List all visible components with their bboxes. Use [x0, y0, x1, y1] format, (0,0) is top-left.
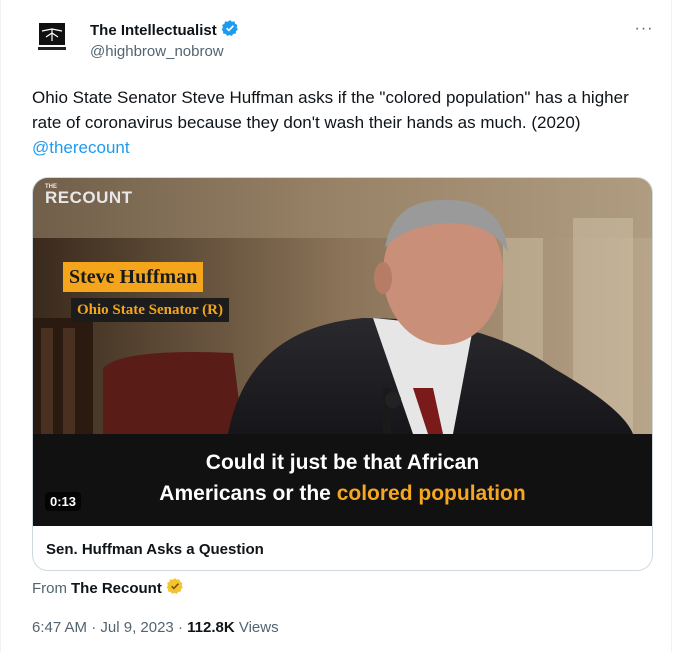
views-count: 112.8K	[187, 619, 235, 636]
tweet-date[interactable]: Jul 9, 2023	[100, 619, 173, 636]
brand-name: RECOUNT	[45, 188, 133, 207]
caption-highlight: colored population	[336, 482, 526, 505]
lower-third-title: Ohio State Senator (R)	[71, 298, 229, 322]
media-title[interactable]: Sen. Huffman Asks a Question	[46, 541, 264, 558]
more-options-icon[interactable]: ···	[631, 16, 657, 42]
tweet-meta: 6:47 AM · Jul 9, 2023 · 112.8K Views	[32, 619, 279, 636]
caption-line-2-pre: Americans or the	[159, 482, 337, 505]
caption-line-1: Could it just be that African	[205, 451, 480, 474]
video-duration: 0:13	[45, 492, 82, 511]
author-name[interactable]: The Intellectualist	[90, 19, 239, 41]
author-handle[interactable]: @highbrow_nobrow	[90, 43, 224, 60]
source-attribution: From The Recount	[32, 577, 184, 599]
lower-third-name: Steve Huffman	[63, 262, 204, 292]
tweet-time[interactable]: 6:47 AM	[32, 619, 87, 636]
source-name[interactable]: The Recount	[71, 580, 162, 597]
author-display-name[interactable]: The Intellectualist	[90, 22, 217, 39]
media-card[interactable]: THE RECOUNT Steve Huffman Ohio State Sen…	[32, 177, 653, 571]
tweet-text: Ohio State Senator Steve Huffman asks if…	[32, 85, 657, 160]
video-player[interactable]: THE RECOUNT Steve Huffman Ohio State Sen…	[33, 178, 652, 526]
mention-link[interactable]: @therecount	[32, 138, 130, 157]
verified-badge-icon	[221, 19, 239, 41]
caption-bar: Could it just be that African Americans …	[33, 434, 652, 526]
meta-separator: ·	[177, 619, 183, 636]
tweet-body: Ohio State Senator Steve Huffman asks if…	[32, 88, 629, 132]
verified-gold-badge-icon	[166, 577, 184, 599]
brand-watermark: THE RECOUNT	[45, 184, 133, 208]
caption-line-2: Americans or the colored population	[33, 482, 652, 506]
brand-small: THE	[45, 184, 57, 190]
avatar[interactable]	[32, 17, 72, 57]
from-label: From	[32, 579, 67, 597]
tweet-card: The Intellectualist @highbrow_nobrow ···…	[0, 0, 672, 652]
meta-separator: ·	[91, 619, 97, 636]
views-label: Views	[238, 619, 279, 636]
